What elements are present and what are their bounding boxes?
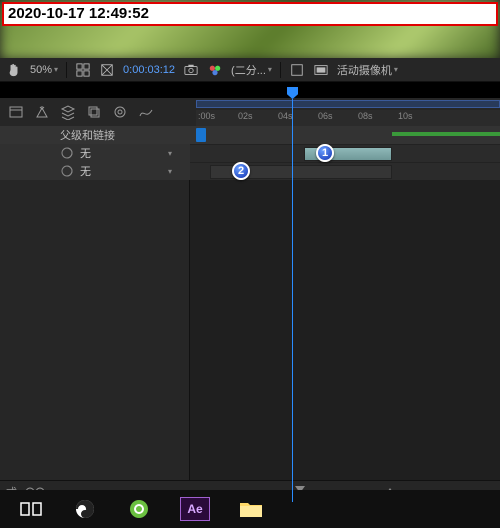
- parent-dropdown[interactable]: 无 ▾: [80, 145, 190, 161]
- ruler-tick: 04s: [278, 111, 293, 121]
- layers-stack-icon[interactable]: [60, 104, 76, 120]
- windows-taskbar: Ae: [0, 490, 500, 528]
- grid-icon[interactable]: [75, 62, 91, 78]
- parent-dropdown-value: 无: [80, 145, 91, 161]
- pickwhip-icon[interactable]: [60, 146, 74, 160]
- header-track-area: [190, 126, 500, 144]
- annotation-callout: 1: [316, 144, 334, 162]
- zoom-value: 50%: [30, 64, 52, 76]
- app-explorer-icon[interactable]: [238, 496, 264, 522]
- layer-row[interactable]: 无 ▾ 1: [0, 144, 500, 162]
- timestamp-overlay: 2020-10-17 12:49:52: [2, 2, 498, 26]
- region-icon[interactable]: [313, 62, 329, 78]
- chevron-down-icon: ▾: [168, 167, 172, 176]
- timeline-tool-icons: [0, 104, 190, 120]
- parent-dropdown[interactable]: 无 ▾: [80, 163, 190, 179]
- task-view-icon[interactable]: [18, 496, 44, 522]
- zoom-dropdown[interactable]: 50%▾: [30, 64, 58, 76]
- ruler-tick: 02s: [238, 111, 253, 121]
- parent-dropdown-value: 无: [80, 163, 91, 179]
- layer-left-cell: 无 ▾: [0, 162, 190, 180]
- app-after-effects-icon[interactable]: Ae: [180, 497, 210, 521]
- mask-icon[interactable]: [99, 62, 115, 78]
- timeline-toolbar: :00s 02s 04s 06s 08s 10s: [0, 98, 500, 126]
- chevron-down-icon: ▾: [394, 65, 398, 74]
- render-queue-icon[interactable]: [8, 104, 24, 120]
- playhead-line[interactable]: [292, 180, 293, 480]
- timeline-ruler[interactable]: :00s 02s 04s 06s 08s 10s: [190, 98, 500, 126]
- camera-dropdown[interactable]: 活动摄像机▾: [337, 62, 398, 78]
- app-fan-icon[interactable]: [72, 496, 98, 522]
- layer-track[interactable]: 1: [190, 144, 500, 162]
- timecode-display[interactable]: 0:00:03:12: [123, 64, 175, 76]
- render-indicator: [392, 132, 500, 136]
- transparency-grid-icon[interactable]: [289, 62, 305, 78]
- camera-value: 活动摄像机: [337, 62, 392, 78]
- timeline-body-left: [0, 180, 190, 480]
- preview-toolbar: 50%▾ 0:00:03:12 (二分...▾ 活动摄像机▾: [0, 58, 500, 82]
- chevron-down-icon: ▾: [268, 65, 272, 74]
- resolution-value: (二分...: [231, 62, 266, 78]
- copy-icon[interactable]: [86, 104, 102, 120]
- snapshot-icon[interactable]: [183, 62, 199, 78]
- ruler-tick: 06s: [318, 111, 333, 121]
- timeline-body-right[interactable]: [190, 180, 500, 480]
- after-effects-window: 50%▾ 0:00:03:12 (二分...▾ 活动摄像机▾: [0, 58, 500, 528]
- link-icon[interactable]: [112, 104, 128, 120]
- channel-icon[interactable]: [207, 62, 223, 78]
- ruler-ticks: :00s 02s 04s 06s 08s 10s: [196, 110, 500, 126]
- hand-tool-icon[interactable]: [6, 62, 22, 78]
- ruler-tick: 10s: [398, 111, 413, 121]
- chevron-down-icon: ▾: [54, 65, 58, 74]
- timeline-body: [0, 180, 500, 480]
- layer-left-cell: 无 ▾: [0, 144, 190, 162]
- graph-icon[interactable]: [138, 104, 154, 120]
- layer-row[interactable]: 无 ▾ 2: [0, 162, 500, 180]
- resolution-dropdown[interactable]: (二分...▾: [231, 62, 272, 78]
- chevron-down-icon: ▾: [168, 149, 172, 158]
- app-browser-icon[interactable]: [126, 496, 152, 522]
- layer-track[interactable]: 2: [190, 162, 500, 180]
- work-area-bar[interactable]: [196, 100, 500, 108]
- work-area-start-marker[interactable]: [196, 128, 206, 142]
- pickwhip-icon[interactable]: [60, 164, 74, 178]
- ruler-tick: 08s: [358, 111, 373, 121]
- add-icon[interactable]: [34, 104, 50, 120]
- panel-divider: [0, 82, 500, 98]
- parent-link-header: 父级和链接: [0, 126, 190, 144]
- annotation-callout: 2: [232, 162, 250, 180]
- ruler-tick: :00s: [198, 111, 215, 121]
- columns-header-row: 父级和链接: [0, 126, 500, 144]
